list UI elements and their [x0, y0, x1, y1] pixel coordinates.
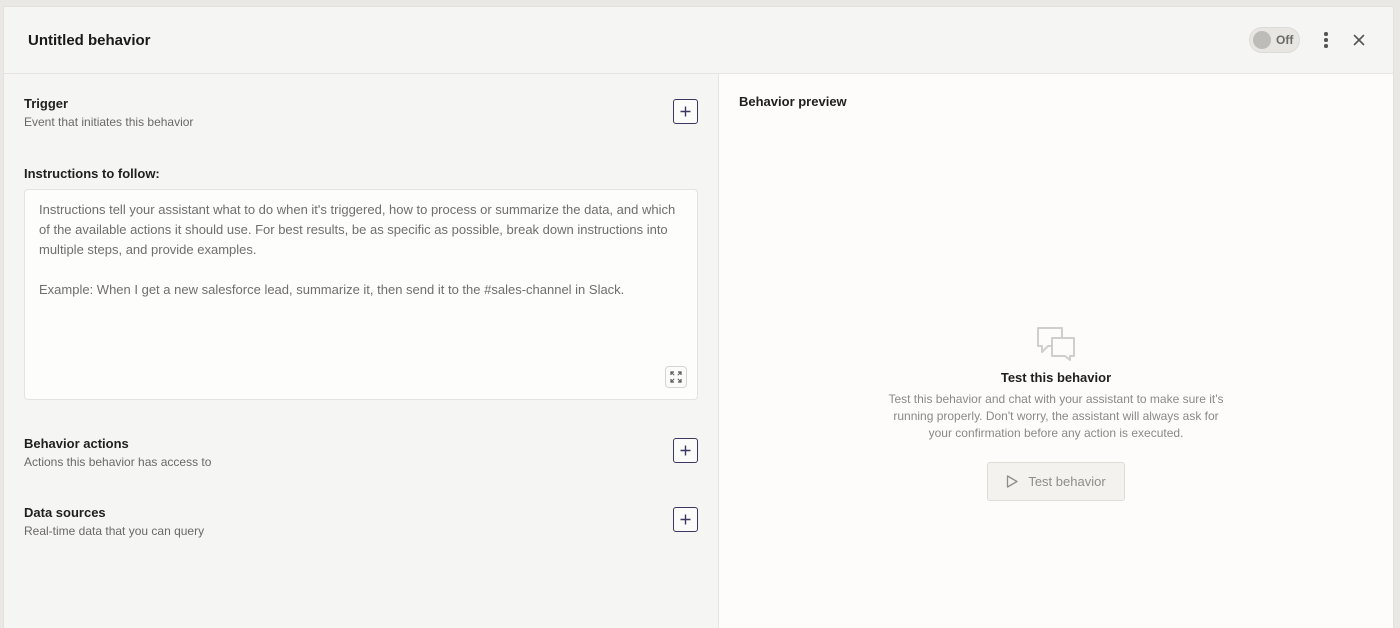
add-data-source-button[interactable] — [673, 507, 698, 532]
data-sources-title: Data sources — [24, 505, 106, 520]
toggle-knob — [1253, 31, 1271, 49]
trigger-section: Trigger Event that initiates this behavi… — [24, 96, 698, 129]
preview-title: Behavior preview — [739, 94, 847, 109]
play-icon — [1007, 475, 1018, 488]
data-sources-section: Data sources Real-time data that you can… — [24, 505, 698, 538]
instructions-label: Instructions to follow: — [24, 166, 160, 181]
expand-icon — [670, 371, 682, 383]
instructions-field-container — [24, 189, 698, 400]
trigger-subtitle: Event that initiates this behavior — [24, 115, 194, 129]
add-action-button[interactable] — [673, 438, 698, 463]
config-panel: Trigger Event that initiates this behavi… — [4, 74, 718, 628]
behavior-actions-title: Behavior actions — [24, 436, 129, 451]
behavior-actions-section: Behavior actions Actions this behavior h… — [24, 436, 698, 469]
instructions-textarea[interactable] — [25, 190, 697, 399]
behavior-enabled-toggle[interactable]: Off — [1249, 27, 1300, 53]
plus-icon — [680, 445, 691, 456]
empty-state-description: Test this behavior and chat with your as… — [888, 392, 1224, 440]
behavior-actions-subtitle: Actions this behavior has access to — [24, 455, 212, 469]
test-behavior-button[interactable]: Test behavior — [987, 462, 1125, 501]
modal-body: Trigger Event that initiates this behavi… — [4, 74, 1393, 628]
preview-empty-state: Test this behavior Test this behavior an… — [719, 326, 1393, 501]
modal-header: Untitled behavior Off — [4, 7, 1393, 74]
test-behavior-label: Test behavior — [1028, 474, 1106, 489]
close-icon[interactable] — [1349, 30, 1369, 50]
toggle-label: Off — [1276, 33, 1294, 47]
empty-state-title: Test this behavior — [1000, 370, 1112, 385]
header-controls: Off — [1249, 27, 1369, 53]
trigger-title: Trigger — [24, 96, 69, 111]
more-options-icon[interactable] — [1318, 30, 1334, 50]
expand-editor-button[interactable] — [665, 366, 687, 388]
preview-panel: Behavior preview Test this behavior Test… — [718, 74, 1393, 628]
chat-bubbles-icon — [1037, 327, 1075, 361]
add-trigger-button[interactable] — [673, 99, 698, 124]
plus-icon — [680, 106, 691, 117]
page-title: Untitled behavior — [28, 31, 151, 49]
data-sources-subtitle: Real-time data that you can query — [24, 524, 205, 538]
plus-icon — [680, 514, 691, 525]
behavior-editor-modal: Untitled behavior Off Trigger Event that… — [3, 6, 1394, 628]
